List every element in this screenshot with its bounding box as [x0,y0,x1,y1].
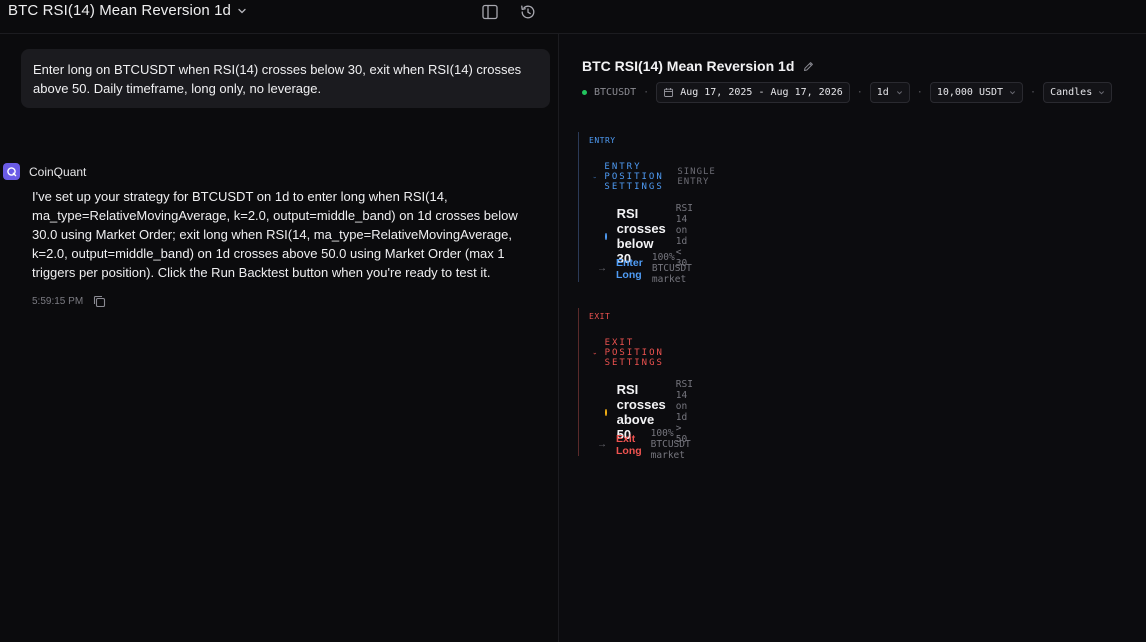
timeframe-select[interactable]: 1d [869,82,910,103]
date-range-picker[interactable]: Aug 17, 2025 - Aug 17, 2026 [656,82,850,103]
chevron-down-icon [238,8,246,13]
exit-tag: EXIT [589,312,611,321]
date-range-value: Aug 17, 2025 - Aug 17, 2026 [680,87,843,98]
chat-pane: Enter long on BTCUSDT when RSI(14) cross… [0,34,558,642]
entry-settings-title: ENTRY POSITION SETTINGS [604,162,664,192]
top-bar-right [558,0,1146,34]
entry-settings-header[interactable]: ENTRY POSITION SETTINGS SINGLE ENTRY [593,162,716,192]
calendar-icon [664,88,674,97]
strategy-controls: BTCUSDT · Aug 17, 2025 - Aug 17, 2026 · … [582,82,1113,103]
timeframe-value: 1d [876,87,889,98]
arrow-right-icon: → [597,263,607,274]
chart-view-value: Candles [1050,87,1093,98]
capital-value: 10,000 USDT [936,87,1004,98]
copy-icon[interactable] [92,294,107,309]
sidebar-toggle-icon[interactable] [481,3,499,21]
app-title: BTC RSI(14) Mean Reversion 1d [8,2,231,19]
strategy-pane: BTC RSI(14) Mean Reversion 1d BTCUSDT · … [558,34,1146,642]
entry-action[interactable]: → Enter Long 100% BTCUSDT market [597,252,692,285]
assistant-header: CoinQuant [3,163,86,180]
chevron-down-icon [1099,91,1105,95]
chevron-down-icon [896,91,902,95]
arrow-right-icon: → [597,439,607,450]
coinquant-logo-icon [3,163,20,180]
entry-section: ENTRY ENTRY POSITION SETTINGS SINGLE ENT… [578,132,715,285]
entry-action-detail: 100% BTCUSDT market [651,252,692,285]
chevron-down-icon [593,176,597,178]
chart-view-select[interactable]: Candles [1043,82,1113,103]
status-dot [582,90,587,95]
exit-section: EXIT EXIT POSITION SETTINGS RSI crosses … [578,308,693,461]
entry-condition-dot [605,232,607,240]
strategy-title: BTC RSI(14) Mean Reversion 1d [582,58,815,74]
history-icon[interactable] [519,3,537,21]
assistant-message: I've set up your strategy for BTCUSDT on… [32,189,518,280]
chevron-down-icon [593,352,597,354]
symbol-label: BTCUSDT [594,87,637,98]
strategy-title-dropdown[interactable]: BTC RSI(14) Mean Reversion 1d [8,2,247,19]
top-bar: BTC RSI(14) Mean Reversion 1d [0,0,558,34]
exit-condition-dot [605,408,607,416]
exit-settings-title: EXIT POSITION SETTINGS [604,338,664,368]
entry-tag: ENTRY [589,136,616,145]
exit-action-label: Exit Long [616,432,642,457]
assistant-name: CoinQuant [29,164,87,179]
entry-mode: SINGLE ENTRY [677,167,716,187]
strategy-name: BTC RSI(14) Mean Reversion 1d [582,58,795,74]
message-meta: 5:59:15 PM [32,294,107,309]
exit-action[interactable]: → Exit Long 100% BTCUSDT market [597,428,691,461]
exit-action-detail: 100% BTCUSDT market [650,428,691,461]
exit-settings-header[interactable]: EXIT POSITION SETTINGS [593,338,669,368]
timestamp: 5:59:15 PM [32,296,84,307]
pencil-icon[interactable] [802,60,815,73]
user-message: Enter long on BTCUSDT when RSI(14) cross… [21,49,550,108]
entry-action-label: Enter Long [616,256,643,281]
capital-select[interactable]: 10,000 USDT [929,82,1024,103]
chevron-down-icon [1009,91,1016,95]
